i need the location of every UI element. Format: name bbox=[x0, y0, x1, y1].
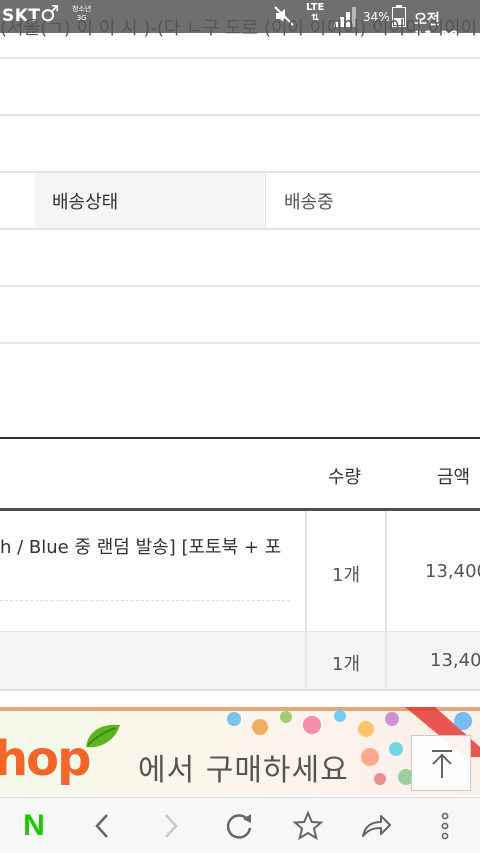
row-divider bbox=[0, 689, 480, 691]
column-divider bbox=[385, 633, 387, 689]
item-amount: 13,400 bbox=[425, 561, 480, 582]
item-quantity: 1개 bbox=[332, 565, 361, 586]
bookmark-button[interactable] bbox=[278, 798, 338, 853]
refresh-icon bbox=[226, 814, 252, 839]
reload-button[interactable] bbox=[209, 798, 269, 853]
item-option-divider bbox=[0, 600, 290, 601]
chevron-right-icon bbox=[165, 814, 178, 838]
back-button[interactable] bbox=[72, 798, 132, 853]
item-name[interactable]: h / Blue 중 랜덤 발송] [포토북 + 포 bbox=[0, 533, 281, 559]
more-menu-button[interactable] bbox=[415, 798, 475, 853]
total-amount: 13,400 bbox=[430, 650, 480, 671]
column-divider bbox=[305, 633, 307, 689]
table-header-border bbox=[0, 508, 480, 511]
naver-home-button[interactable]: N bbox=[4, 798, 64, 853]
total-quantity: 1개 bbox=[332, 654, 361, 675]
arrow-up-icon bbox=[432, 750, 452, 778]
browser-bottom-toolbar: N bbox=[0, 797, 480, 853]
total-row bbox=[0, 632, 480, 689]
row-divider bbox=[0, 342, 480, 344]
youth-mode-label: 청소년 bbox=[72, 5, 92, 13]
share-button[interactable] bbox=[346, 798, 406, 853]
row-divider bbox=[0, 57, 480, 59]
row-divider bbox=[0, 285, 480, 287]
scroll-to-top-button[interactable] bbox=[411, 735, 471, 791]
naver-logo-icon: N bbox=[23, 809, 45, 842]
address-text-cut-off: (서울(ㄱ) 이 이 시 )-(다 ㄴ구 도로 (이이 이이이) 이이이 이이이 bbox=[0, 18, 478, 39]
vertical-dots-icon bbox=[441, 812, 449, 840]
banner-brand-text: hop bbox=[0, 731, 92, 787]
row-divider bbox=[0, 228, 480, 230]
shipping-status-label: 배송상태 bbox=[52, 192, 119, 213]
row-divider bbox=[0, 114, 480, 116]
share-arrow-icon bbox=[362, 815, 391, 837]
column-header-amount: 금액 bbox=[437, 467, 471, 488]
star-icon bbox=[292, 810, 324, 841]
column-header-quantity: 수량 bbox=[328, 467, 362, 488]
shipping-status-value: 배송중 bbox=[284, 192, 334, 213]
table-top-border bbox=[0, 437, 480, 439]
app-icons-decoration bbox=[227, 710, 414, 785]
leaf-icon bbox=[86, 724, 120, 748]
shop-banner[interactable]: hop 에서 구매하세요 bbox=[0, 707, 480, 795]
forward-button[interactable] bbox=[141, 798, 201, 853]
chevron-left-icon bbox=[95, 814, 108, 838]
network-type: LTE bbox=[306, 2, 325, 13]
